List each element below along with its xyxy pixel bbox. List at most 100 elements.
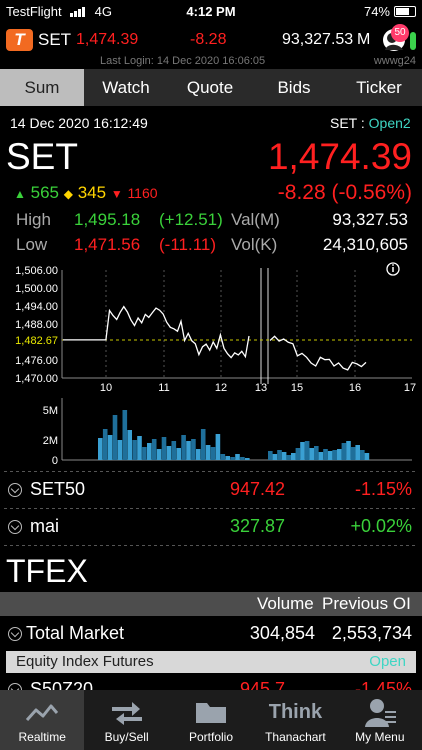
unchanged-count: 345 <box>77 183 107 202</box>
col-volume: Volume <box>257 594 314 613</box>
time-tick-label: 15 <box>291 382 303 394</box>
equity-index-futures-header[interactable]: Equity Index Futures Open <box>6 651 416 673</box>
price-tick-label: 1,494.00 <box>15 301 58 313</box>
volume-bar <box>210 447 216 460</box>
index-row-change: -1.15% <box>354 479 412 499</box>
total-market-prev-oi: 2,553,734 <box>331 623 412 643</box>
price-line <box>63 305 367 371</box>
app-header: T SET 1,474.39 -8.28 93,327.53 M 50 Last… <box>0 22 422 68</box>
volume-bar <box>147 443 152 460</box>
volume-bar <box>281 452 287 460</box>
header-symbol[interactable]: SET <box>38 30 71 50</box>
index-row-name[interactable]: SET50 <box>30 479 85 500</box>
vol-label: Vol(K) <box>231 235 278 254</box>
tab-watch[interactable]: Watch <box>84 69 168 106</box>
volume-bar <box>191 439 196 460</box>
tfex-column-header: Volume Previous OI <box>0 592 422 616</box>
nav-portfolio[interactable]: Portfolio <box>169 690 253 750</box>
status-right: 74% <box>364 4 416 19</box>
volume-bar <box>98 438 103 460</box>
high-label: High <box>16 210 51 229</box>
volume-bar <box>300 442 305 460</box>
market-status-label: SET : Open2 <box>330 115 411 131</box>
volume-bar <box>142 447 147 460</box>
index-row-value: 947.42 <box>229 479 285 499</box>
realtime-chart-icon <box>26 704 59 722</box>
total-market-label[interactable]: Total Market <box>26 623 124 644</box>
index-row-name[interactable]: mai <box>30 516 59 537</box>
volume-bar <box>332 450 337 460</box>
index-row-value: 327.87 <box>229 516 285 536</box>
col-previous-oi: Previous OI <box>322 594 411 613</box>
header-volume: 93,327.53 <box>282 31 354 48</box>
volume-bar <box>161 437 167 460</box>
volume-bar <box>323 449 328 460</box>
section-status: Open <box>369 653 406 670</box>
volume-bar <box>277 450 282 460</box>
unchanged-icon: ◆ <box>63 187 73 201</box>
volume-bar <box>272 454 278 460</box>
vol-value: 24,310,605 <box>322 235 408 254</box>
volume-bar <box>102 429 108 460</box>
volume-tick-label: 5M <box>43 405 58 417</box>
price-tick-label: 1,506.00 <box>15 265 58 277</box>
volume-bar <box>318 452 324 460</box>
expand-chevron-icon[interactable] <box>8 483 22 497</box>
price-tick-label: 1,488.00 <box>15 319 58 331</box>
val-label: Val(M) <box>231 210 280 229</box>
tab-quote[interactable]: Quote <box>168 69 252 106</box>
tab-sum[interactable]: Sum <box>0 69 84 106</box>
brokerage-logo-icon: T <box>6 29 33 51</box>
nav-label: Thanachart <box>265 730 326 744</box>
advance-up-icon: ▲ <box>14 187 26 201</box>
nav-label: Buy/Sell <box>104 730 149 744</box>
volume-bar <box>304 441 310 460</box>
username: wwwg24 <box>373 55 416 67</box>
think-logo-icon: Think <box>268 700 323 723</box>
nav-buy-sell[interactable]: Buy/Sell <box>84 690 168 750</box>
market-datetime: 14 Dec 2020 16:12:49 <box>10 115 148 131</box>
volume-bar <box>341 443 347 460</box>
price-tick-label: 1,500.00 <box>15 283 58 295</box>
volume-bar <box>186 441 191 460</box>
nav-label: Realtime <box>18 730 66 744</box>
expand-chevron-icon[interactable] <box>8 627 22 641</box>
time-axis: 10 11 12 13 15 16 17 <box>100 382 416 394</box>
volume-bar <box>309 448 314 460</box>
expand-chevron-icon[interactable] <box>8 520 22 534</box>
divider <box>4 545 418 546</box>
market-label: SET : <box>330 115 369 131</box>
index-intraday-chart[interactable]: 1,506.00 1,500.00 1,494.00 1,488.00 1,482.67… <box>0 260 422 465</box>
val-value: 93,327.53 <box>332 210 408 229</box>
market-status: Open2 <box>368 115 411 131</box>
decline-count: 1160 <box>127 185 158 201</box>
buy-sell-arrows-icon <box>111 702 142 725</box>
tab-ticker[interactable]: Ticker <box>336 69 422 106</box>
volume-bar <box>291 453 296 460</box>
price-axis: 1,506.00 1,500.00 1,494.00 1,488.00 1,482.67… <box>15 265 58 385</box>
volume-bar <box>295 448 301 460</box>
battery-icon <box>394 6 416 17</box>
nav-label: Portfolio <box>189 730 234 744</box>
nav-realtime[interactable]: Realtime <box>0 690 85 750</box>
info-icon[interactable] <box>386 262 400 276</box>
time-tick-label: 10 <box>100 382 112 394</box>
nav-my-menu[interactable]: My Menu <box>338 690 422 750</box>
status-bar: TestFlight 4G 4:12 PM 74% <box>0 0 422 22</box>
header-change: -8.28 <box>190 31 227 48</box>
nav-label: My Menu <box>355 730 405 744</box>
volume-bar <box>171 441 177 460</box>
volume-bar <box>137 436 142 460</box>
person-menu-icon <box>364 699 396 727</box>
total-market-volume: 304,854 <box>249 623 315 643</box>
last-login: Last Login: 14 Dec 2020 16:06:05 <box>100 55 266 67</box>
volume-bar <box>156 449 162 460</box>
volume-bar <box>220 454 226 460</box>
volume-bar <box>230 457 235 460</box>
nav-thanachart[interactable]: Think Thanachart <box>253 690 337 750</box>
low-change: (-11.11) <box>159 235 217 254</box>
volume-bar <box>286 455 291 460</box>
price-tick-label: 1,476.00 <box>15 355 58 367</box>
tfex-title: TFEX <box>6 553 88 589</box>
tab-bids[interactable]: Bids <box>252 69 336 106</box>
